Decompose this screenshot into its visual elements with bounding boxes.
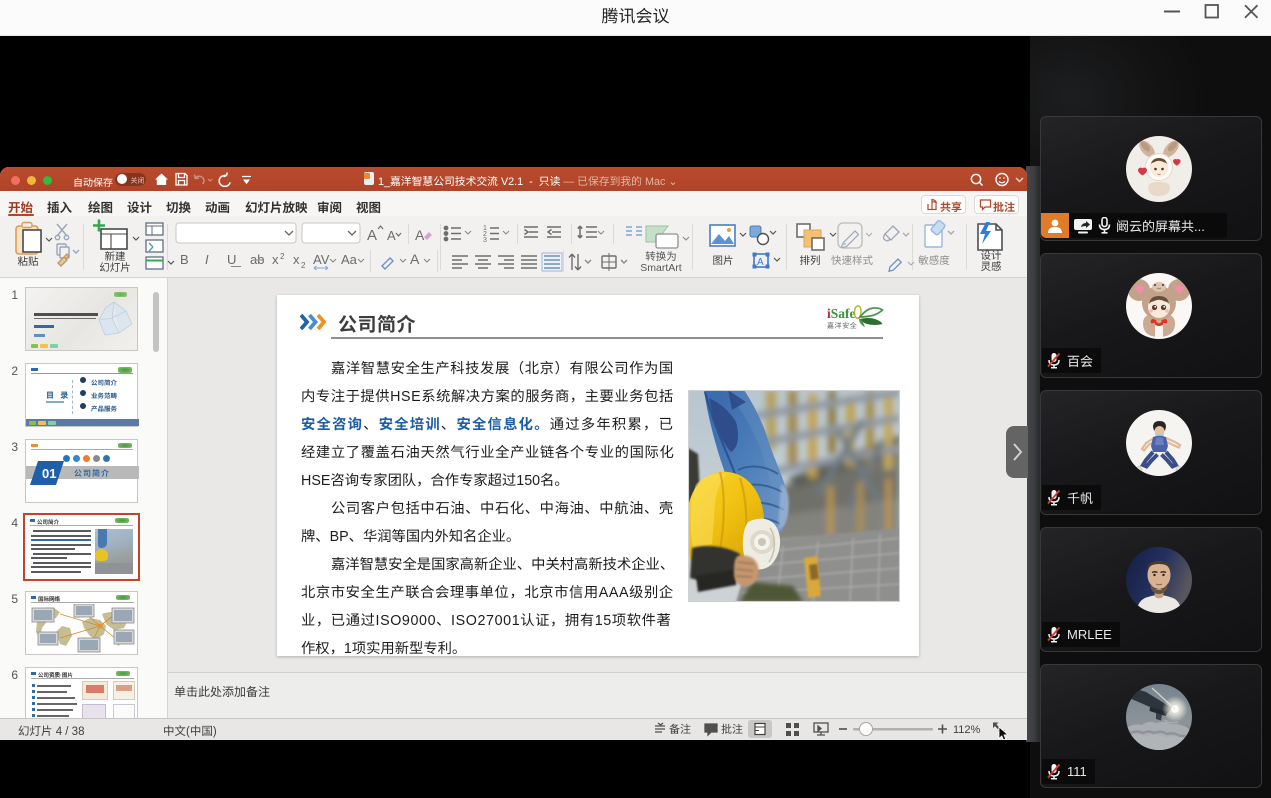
svg-text:2: 2 [301,261,306,270]
svg-text:A: A [410,251,420,267]
svg-text:x: x [272,252,279,267]
svg-text:Aa: Aa [341,252,358,267]
svg-text:I: I [205,252,209,267]
svg-text:AV: AV [313,252,330,267]
svg-text:x: x [293,252,300,267]
svg-text:A: A [757,257,764,268]
svg-text:批注: 批注 [721,721,743,737]
svg-text:U: U [227,252,236,267]
svg-text:2: 2 [280,252,285,261]
svg-text:备注: 备注 [669,721,691,737]
svg-text:A: A [415,227,425,243]
svg-text:3: 3 [483,237,487,244]
svg-text:01: 01 [42,466,56,481]
svg-text:B: B [180,252,189,267]
svg-text:A: A [387,228,396,243]
svg-text:A: A [367,227,377,244]
svg-text:112%: 112% [953,724,981,736]
